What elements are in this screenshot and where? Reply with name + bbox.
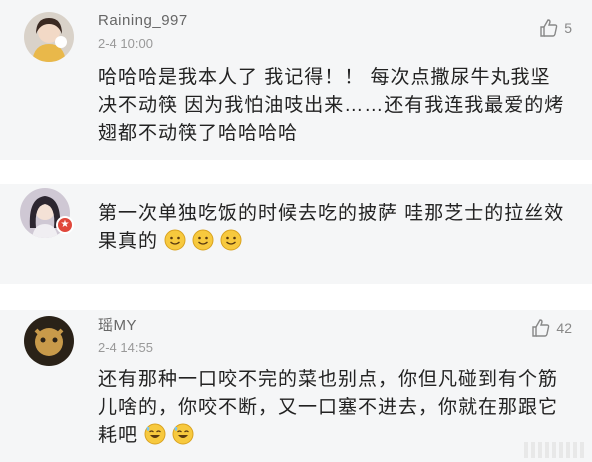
like-button[interactable]: 5 [539,18,572,38]
comment-username[interactable]: 瑶MY [98,314,137,335]
comment-text-body: 还有那种一口咬不完的菜也别点，你但凡碰到有个筋儿啥的，你咬不断，又一口塞不进去，… [98,369,559,446]
divider [0,284,592,310]
avatar[interactable] [24,12,74,62]
sweat-laugh-emoji-icon [144,423,166,445]
comment-timestamp: 2-4 14:55 [98,340,153,355]
like-count: 42 [556,320,572,336]
comment-text: 第一次单独吃饭的时候去吃的披萨 哇那芝士的拉丝效果真的 [98,200,568,256]
thumbs-up-icon [532,319,550,337]
comment-card: Raining_997 2-4 10:00 5 哈哈哈是我本人了 我记得！！ 每… [0,0,592,160]
smile-emoji-icon [164,229,186,251]
like-button[interactable]: 42 [531,318,572,338]
comment-username[interactable]: Raining_997 [98,12,188,29]
comment-text: 哈哈哈是我本人了 我记得！！ 每次点撒尿牛丸我坚决不动筷 因为我怕油吱出来……还… [98,67,565,144]
smile-emoji-icon [192,229,214,251]
verified-badge-icon: ★ [56,216,74,234]
comment-text: 还有那种一口咬不完的菜也别点，你但凡碰到有个筋儿啥的，你咬不断，又一口塞不进去，… [98,366,568,450]
comment-card: 瑶MY 2-4 14:55 42 还有那种一口咬不完的菜也别点，你但凡碰到有个筋… [0,310,592,462]
sweat-laugh-emoji-icon [172,423,194,445]
like-count: 5 [564,20,572,36]
watermark [524,442,584,458]
divider [0,160,592,184]
smile-emoji-icon [220,229,242,251]
comment-card: ★ 第一次单独吃饭的时候去吃的披萨 哇那芝士的拉丝效果真的 [0,184,592,284]
comment-timestamp: 2-4 10:00 [98,36,153,51]
avatar[interactable] [24,316,74,366]
thumbs-up-icon [540,19,558,37]
